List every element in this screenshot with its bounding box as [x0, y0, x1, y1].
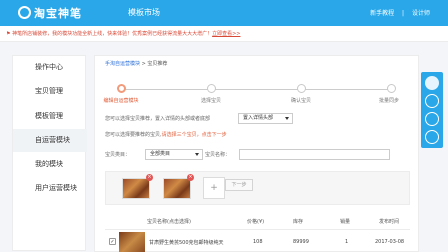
breadcrumb-separator: >	[141, 61, 146, 67]
cloud-icon[interactable]	[425, 76, 439, 90]
top-bar: 淘宝神笔 模板市场 新手教程 | 设计师	[0, 0, 448, 26]
sidebar-item-self-operation[interactable]: 自运营模块	[13, 129, 87, 152]
step-label-edit: 编辑自运营模块	[103, 98, 139, 104]
app-title[interactable]: 模板市场	[128, 7, 160, 18]
remove-icon[interactable]: ×	[187, 174, 194, 181]
logo-icon	[18, 6, 31, 19]
sidebar-item-label: 模板管理	[35, 112, 63, 120]
step-label-sync: 批量同步	[378, 98, 399, 104]
chevron-down-icon	[285, 117, 289, 120]
app-logo[interactable]: 淘宝神笔	[18, 5, 82, 21]
column-header-stock: 库存	[293, 219, 304, 225]
column-header-price: 价格(¥)	[247, 219, 265, 225]
table-row[interactable]: ✓ 甘肃野生黄芪500克包邮特级纯天 108 89999 1 2017-03-0…	[105, 232, 410, 252]
floating-toolbar	[421, 72, 443, 148]
position-hint: 您可以选择宝贝推荐，置入详情的头部或者底部	[105, 116, 211, 122]
column-header-name: 宝贝名称(点击选择)	[147, 219, 191, 225]
notice-text: 神笔所店铺装修，我的模块功能全新上线，快来体验！优秀案例已经获得流量大大大增广！	[12, 31, 213, 37]
select-hint-warning: 请选择三个宝贝，点击下一步	[161, 132, 227, 138]
drop-icon[interactable]	[425, 94, 439, 108]
step-label-confirm: 确认宝贝	[290, 98, 311, 104]
sidebar-item-label: 用户运营模块	[35, 184, 77, 192]
sidebar-item-operation-center[interactable]: 操作中心	[13, 56, 87, 79]
select-hint-text: 您可以选择要推荐的宝贝,	[105, 132, 162, 138]
product-date: 2017-03-08	[375, 239, 405, 245]
designer-link[interactable]: 设计师	[412, 10, 430, 17]
column-header-sales: 销量	[340, 219, 351, 225]
category-select-value: 全部类目	[150, 151, 171, 157]
chevron-down-icon	[195, 153, 199, 156]
product-name-input[interactable]	[239, 149, 390, 160]
top-divider: |	[402, 10, 405, 17]
select-hint: 您可以选择要推荐的宝贝,请选择三个宝贝，点击下一步	[105, 131, 227, 138]
selected-product-thumb-2[interactable]	[163, 178, 191, 199]
column-header-date: 发布时间	[379, 219, 400, 225]
step-dot-2	[207, 84, 216, 93]
name-label: 宝贝名称：	[205, 152, 231, 158]
product-thumbnail	[119, 232, 145, 252]
add-product-slot[interactable]: +	[203, 177, 225, 199]
product-sales: 1	[345, 239, 349, 245]
category-select[interactable]: 全部类目	[145, 149, 203, 160]
sidebar-item-templates[interactable]: 模板管理	[13, 105, 87, 128]
selected-products-panel: × × +	[105, 171, 410, 205]
notice-bar: ⚑ 神笔所店铺装修，我的模块功能全新上线，快来体验！优秀案例已经获得流量大大大增…	[0, 26, 448, 42]
sidebar-item-label: 我的模块	[35, 160, 63, 168]
selected-product-thumb-1[interactable]	[122, 178, 150, 199]
product-stock: 89999	[293, 239, 309, 245]
position-select-value: 置入详情头部	[243, 115, 274, 121]
breadcrumb-link[interactable]: 手淘自运营模块	[105, 61, 140, 67]
category-label: 宝贝类目：	[105, 152, 131, 158]
next-step-button[interactable]: 下一步	[225, 179, 253, 191]
step-dot-1	[117, 84, 126, 93]
step-dot-4	[387, 84, 396, 93]
breadcrumb: 手淘自运营模块 > 宝贝推荐	[105, 60, 167, 67]
sidebar-item-label: 自运营模块	[35, 136, 70, 144]
row-checkbox[interactable]: ✓	[109, 238, 116, 245]
stepper-line	[121, 89, 391, 90]
sidebar-item-products[interactable]: 宝贝管理	[13, 80, 87, 103]
sidebar-item-my-modules[interactable]: 我的模块	[13, 153, 87, 176]
product-table-header: 宝贝名称(点击选择) 价格(¥) 库存 销量 发布时间	[105, 215, 410, 230]
step-label-select: 选择宝贝	[200, 98, 221, 104]
remove-icon[interactable]: ×	[146, 174, 153, 181]
clipboard-icon[interactable]	[425, 112, 439, 126]
logo-text: 淘宝神笔	[34, 7, 82, 20]
clock-icon[interactable]	[425, 130, 439, 144]
sidebar-item-user-operation[interactable]: 用户运营模块	[13, 177, 87, 200]
sidebar: 操作中心 宝贝管理 模板管理 自运营模块 我的模块 用户运营模块	[12, 55, 87, 251]
top-right-links: 新手教程 | 设计师	[364, 8, 430, 17]
step-dot-3	[297, 84, 306, 93]
product-price: 108	[253, 239, 263, 245]
sidebar-item-label: 宝贝管理	[35, 87, 63, 95]
breadcrumb-current: 宝贝推荐	[147, 61, 168, 67]
product-name: 甘肃野生黄芪500克包邮特级纯天	[149, 240, 224, 246]
notice-link[interactable]: 立即查看>>	[212, 31, 240, 37]
position-select[interactable]: 置入详情头部	[238, 113, 293, 124]
tutorial-link[interactable]: 新手教程	[370, 10, 394, 17]
main-panel: 手淘自运营模块 > 宝贝推荐 编辑自运营模块 选择宝贝 确认宝贝 批量同步 您可…	[94, 55, 419, 252]
sidebar-item-label: 操作中心	[35, 63, 63, 71]
